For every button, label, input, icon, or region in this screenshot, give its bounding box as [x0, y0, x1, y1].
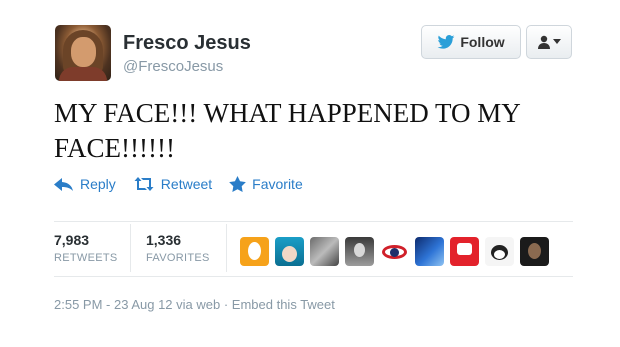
- reply-label: Reply: [80, 176, 116, 192]
- tweet-actions: Reply Retweet Favorite: [54, 176, 303, 192]
- stats-bottom-divider: [54, 276, 573, 277]
- retweets-count: 7,983: [54, 232, 90, 248]
- stats-separator: [226, 224, 227, 272]
- avatar-face: [71, 37, 96, 67]
- tweet-text: MY FACE!!! WHAT HAPPENED TO MY FACE!!!!!…: [54, 96, 574, 166]
- retweet-button[interactable]: Retweet: [133, 176, 212, 192]
- tweet-text-line: MY FACE!!! WHAT HAPPENED TO MY: [54, 98, 521, 128]
- favorite-button[interactable]: Favorite: [229, 176, 303, 192]
- author-avatar[interactable]: [55, 25, 111, 81]
- dark-face-avatar[interactable]: [520, 237, 549, 266]
- tweet-metadata: 2:55 PM - 23 Aug 12 via web · Embed this…: [54, 297, 335, 312]
- wolf-avatar[interactable]: [310, 237, 339, 266]
- retweets-label: RETWEETS: [54, 252, 118, 264]
- tweet-source: via web ·: [172, 297, 232, 312]
- avatar-robe: [59, 67, 107, 81]
- star-icon: [229, 176, 247, 192]
- twitter-bird-icon: [437, 35, 455, 49]
- retweets-stat[interactable]: 7,983 RETWEETS: [54, 232, 118, 264]
- cat-avatar[interactable]: [485, 237, 514, 266]
- favorite-label: Favorite: [252, 176, 303, 192]
- embed-tweet-link[interactable]: Embed this Tweet: [232, 297, 335, 312]
- stats-top-divider: [54, 221, 573, 222]
- follow-button-label: Follow: [460, 34, 505, 50]
- tweet-card: Fresco Jesus @FrescoJesus Follow MY FACE…: [0, 0, 620, 347]
- tweet-timestamp[interactable]: 2:55 PM - 23 Aug 12: [54, 297, 173, 312]
- eye-avatar[interactable]: [380, 237, 409, 266]
- retweet-icon: [134, 177, 154, 191]
- user-actions-dropdown[interactable]: [526, 25, 572, 59]
- tweet-text-line: FACE!!!!!!: [54, 133, 175, 163]
- reply-button[interactable]: Reply: [54, 176, 116, 192]
- author-username[interactable]: @FrescoJesus: [123, 58, 223, 75]
- portrait-avatar[interactable]: [345, 237, 374, 266]
- reply-icon: [54, 177, 73, 191]
- anime-girl-avatar[interactable]: [275, 237, 304, 266]
- red-character-avatar[interactable]: [450, 237, 479, 266]
- egg-avatar[interactable]: [240, 237, 269, 266]
- author-display-name[interactable]: Fresco Jesus: [123, 32, 251, 55]
- favoriter-avatars: [240, 237, 549, 266]
- favorites-label: FAVORITES: [146, 252, 210, 264]
- user-icon: [538, 35, 550, 49]
- blue-abstract-avatar[interactable]: [415, 237, 444, 266]
- stats-separator: [130, 224, 131, 272]
- favorites-stat[interactable]: 1,336 FAVORITES: [146, 232, 210, 264]
- retweet-label: Retweet: [160, 176, 213, 192]
- favorites-count: 1,336: [146, 232, 182, 248]
- follow-button[interactable]: Follow: [421, 25, 521, 59]
- caret-down-icon: [553, 39, 561, 44]
